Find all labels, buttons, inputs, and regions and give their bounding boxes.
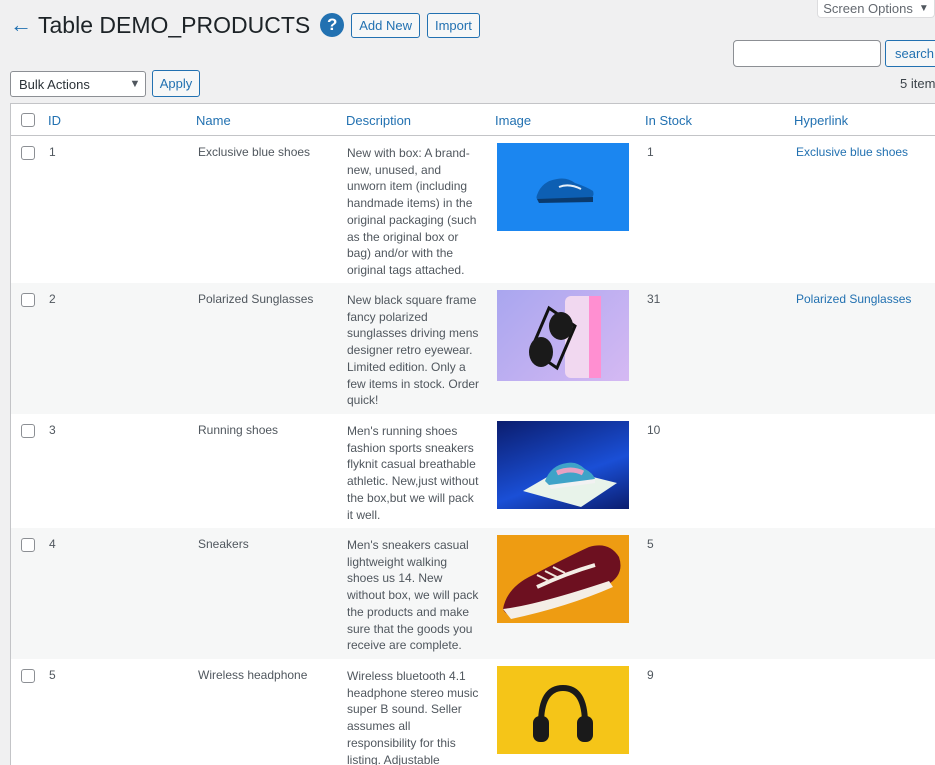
items-count: 5 items	[900, 76, 935, 91]
headphone-image	[497, 666, 629, 754]
row-in-stock: 1	[647, 145, 654, 159]
caret-down-icon: ▼	[918, 2, 929, 14]
row-hyperlink[interactable]: Exclusive blue shoes	[796, 145, 908, 159]
products-table: ID Name Description Image In Stock Hyper…	[10, 103, 935, 765]
row-name[interactable]: Wireless headphone	[198, 668, 307, 682]
apply-button[interactable]: Apply	[152, 70, 200, 97]
running-shoe-image	[497, 421, 629, 509]
row-name[interactable]: Exclusive blue shoes	[198, 145, 310, 159]
page-title: Table DEMO_PRODUCTS	[38, 11, 311, 38]
row-checkbox[interactable]	[21, 293, 35, 307]
search-button[interactable]: search	[885, 40, 935, 67]
row-name[interactable]: Polarized Sunglasses	[198, 292, 313, 306]
back-arrow-icon[interactable]: ←	[10, 14, 32, 36]
table-header: ID Name Description Image In Stock Hyper…	[11, 104, 935, 136]
add-new-button[interactable]: Add New	[351, 12, 420, 38]
row-id: 4	[49, 537, 56, 551]
row-id: 3	[49, 423, 56, 437]
row-description: Wireless bluetooth 4.1 headphone stereo …	[347, 669, 479, 765]
chevron-down-icon: ▼	[129, 78, 141, 90]
screen-options-button[interactable]: Screen Options ▼	[817, 0, 935, 18]
table-row: 2 Polarized Sunglasses New black square …	[11, 283, 935, 414]
row-description: Men's sneakers casual lightweight walkin…	[347, 538, 479, 653]
import-button[interactable]: Import	[426, 12, 480, 38]
row-name[interactable]: Sneakers	[198, 537, 249, 551]
row-in-stock: 10	[647, 423, 661, 437]
row-hyperlink[interactable]: Polarized Sunglasses	[796, 292, 911, 306]
row-description: New black square frame fancy polarized s…	[347, 293, 480, 408]
row-id: 5	[49, 668, 56, 682]
screen-options-label: Screen Options	[823, 0, 913, 16]
column-header-name[interactable]: Name	[196, 113, 231, 128]
row-checkbox[interactable]	[21, 146, 35, 160]
help-icon[interactable]: ?	[320, 13, 345, 37]
table-row: 4 Sneakers Men's sneakers casual lightwe…	[11, 528, 935, 659]
table-row: 1 Exclusive blue shoes New with box: A b…	[11, 136, 935, 283]
sunglasses-image	[497, 290, 629, 381]
row-name[interactable]: Running shoes	[198, 423, 278, 437]
table-row: 3 Running shoes Men's running shoes fash…	[11, 414, 935, 528]
row-checkbox[interactable]	[21, 424, 35, 438]
page-header: ← Table DEMO_PRODUCTS ? Add New Import	[10, 10, 487, 40]
row-checkbox[interactable]	[21, 538, 35, 552]
column-header-hyperlink[interactable]: Hyperlink	[794, 113, 848, 128]
bulk-actions-select[interactable]: Bulk Actions ▼	[10, 71, 146, 97]
column-header-id[interactable]: ID	[48, 113, 61, 128]
row-in-stock: 5	[647, 537, 654, 551]
row-in-stock: 9	[647, 668, 654, 682]
bulk-actions-value: Bulk Actions	[19, 76, 90, 92]
column-header-in-stock[interactable]: In Stock	[645, 113, 692, 128]
column-header-description[interactable]: Description	[346, 113, 411, 128]
blue-shoe-image	[497, 143, 629, 231]
row-in-stock: 31	[647, 292, 661, 306]
row-description: New with box: A brand-new, unused, and u…	[347, 146, 477, 277]
row-description: Men's running shoes fashion sports sneak…	[347, 424, 479, 522]
row-id: 1	[49, 145, 56, 159]
select-all-checkbox[interactable]	[21, 113, 35, 127]
column-header-image[interactable]: Image	[495, 113, 531, 128]
row-id: 2	[49, 292, 56, 306]
row-checkbox[interactable]	[21, 669, 35, 683]
table-row: 5 Wireless headphone Wireless bluetooth …	[11, 659, 935, 765]
sneaker-image	[497, 535, 629, 623]
search-input[interactable]	[733, 40, 881, 67]
